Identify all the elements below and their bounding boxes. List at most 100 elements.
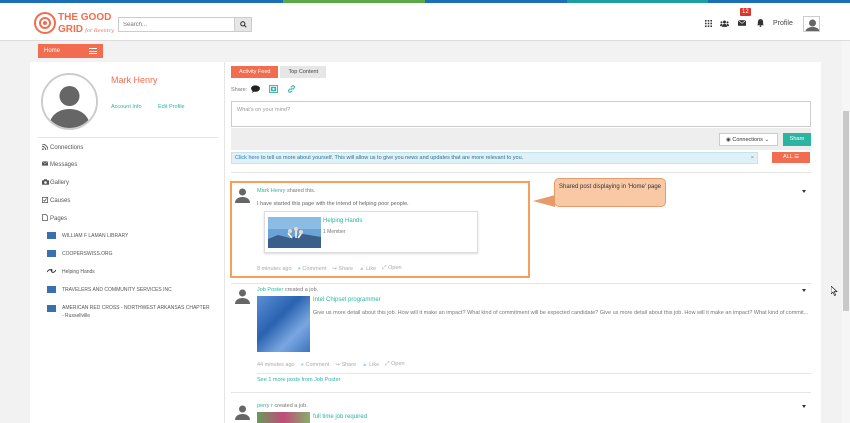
close-icon[interactable]: × <box>751 155 754 161</box>
connections-dropdown[interactable]: ◉ Connections ⌄ <box>719 133 778 146</box>
job-title-link[interactable]: full time job required <box>313 414 367 420</box>
rss-icon <box>41 143 49 152</box>
account-info-link[interactable]: Account Info <box>111 104 142 110</box>
share-row: Share: <box>231 85 296 95</box>
page-item-label: TRAVELERS AND COMMUNITY SERVICES INC <box>62 286 172 293</box>
sidebar-item-label: Messages <box>50 161 78 168</box>
post-author-link[interactable]: perry r <box>257 403 273 409</box>
link-icon[interactable] <box>287 85 296 95</box>
page-item-helping-hands[interactable]: Helping Hands <box>46 268 95 275</box>
profile-name[interactable]: Mark Henry <box>111 75 158 85</box>
svg-text:THE GOOD: THE GOOD <box>58 12 111 23</box>
camera-icon <box>42 179 49 187</box>
feed-divider <box>231 392 811 393</box>
profile-avatar[interactable] <box>41 73 98 130</box>
status-input[interactable]: What's on your mind? <box>231 101 811 127</box>
svg-text:for Reentry: for Reentry <box>84 28 114 34</box>
sidebar-item-label: Connections <box>50 145 84 151</box>
sidebar-item-label: Gallery <box>50 180 70 186</box>
post-actions: 44 minutes ago ● Comment ↪ Share ▲ Like … <box>257 361 405 368</box>
post-author-avatar[interactable] <box>234 287 251 304</box>
page-item-red-cross[interactable]: AMERICAN RED CROSS - NORTHWEST ARKANSAS … <box>47 304 212 320</box>
good-grid-logo[interactable]: THE GOOD GRID for Reentry <box>34 8 114 38</box>
sidebar-item-connections[interactable]: Connections <box>41 143 84 152</box>
share-arrow-icon: ↪ <box>335 361 340 368</box>
filter-label: ALL <box>782 154 793 160</box>
connections-icon[interactable] <box>718 17 730 29</box>
document-icon <box>42 214 49 223</box>
list-icon: ☰ <box>794 154 800 160</box>
helping-hands-logo-icon <box>46 268 57 275</box>
home-menu-button[interactable]: Home <box>38 44 103 58</box>
info-alert-text: to tell us more about yourself. This wil… <box>259 155 524 161</box>
open-label: Open <box>391 361 405 367</box>
profile-info-alert: Click here to tell us more about yoursel… <box>231 152 758 164</box>
share-button[interactable]: Share <box>783 133 811 146</box>
checkbox-icon <box>42 197 49 205</box>
see-more-posts-link[interactable]: See 1 more posts from Job Poster <box>257 377 340 383</box>
job-image[interactable] <box>257 296 310 352</box>
search-box <box>118 17 252 32</box>
profile-link[interactable]: Profile <box>773 20 793 27</box>
page-item-cooperswiss[interactable]: COOPERSWISS.ORG <box>47 250 113 257</box>
comment-label: Comment <box>305 361 330 368</box>
page-thumbnail <box>47 232 56 239</box>
sidebar-item-messages[interactable]: Messages <box>41 161 78 168</box>
feed-tabs: Activity Feed Top Content <box>231 66 327 78</box>
mouse-pointer-icon <box>831 286 838 296</box>
share-action[interactable]: ↪ Share <box>335 362 356 368</box>
post-verb: created a job. <box>272 403 308 409</box>
page-item-laman-library[interactable]: WILLIAM F LAMAN LIBRARY <box>47 232 128 239</box>
comment-icon: ● <box>300 361 304 368</box>
feed-divider <box>231 283 811 284</box>
job-image[interactable] <box>257 412 310 423</box>
search-icon <box>239 21 247 28</box>
photo-icon[interactable] <box>269 85 279 95</box>
like-label: Like <box>369 361 380 368</box>
messages-envelope-icon[interactable] <box>736 17 748 29</box>
post-verb: created a job. <box>283 287 319 293</box>
annotation-callout: Shared post displaying in 'Home' page <box>554 178 666 207</box>
sidebar-divider <box>38 137 218 138</box>
search-input[interactable] <box>119 18 236 31</box>
post-author-link[interactable]: Job Poster <box>257 287 283 293</box>
job-description: Give us more detail about this job. How … <box>313 310 809 316</box>
post-options-caret-icon[interactable] <box>802 289 806 292</box>
tab-top-content[interactable]: Top Content <box>280 66 327 78</box>
svg-text:GRID: GRID <box>58 24 83 35</box>
vertical-scrollbar[interactable] <box>842 41 850 423</box>
sidebar-item-causes[interactable]: Causes <box>42 197 70 205</box>
edit-profile-link[interactable]: Edit Profile <box>158 104 185 110</box>
page-item-travelers[interactable]: TRAVELERS AND COMMUNITY SERVICES INC <box>47 286 172 293</box>
post-options-caret-icon[interactable] <box>802 190 806 193</box>
tab-activity-feed[interactable]: Activity Feed <box>231 66 279 78</box>
like-action[interactable]: ▲ Like <box>362 362 379 368</box>
search-button[interactable] <box>234 18 251 31</box>
page-thumbnail <box>47 305 56 312</box>
notifications-bell-icon[interactable] <box>754 17 766 29</box>
apps-grid-icon[interactable] <box>702 17 714 29</box>
speech-bubble-icon[interactable] <box>251 85 261 95</box>
click-here-link[interactable]: Click here <box>235 155 259 161</box>
thumbs-up-icon: ▲ <box>362 361 368 368</box>
post-options-caret-icon[interactable] <box>802 405 806 408</box>
post-header: perry r created a job. <box>257 403 308 409</box>
sidebar-item-gallery[interactable]: Gallery <box>42 179 69 187</box>
page-item-label: Helping Hands <box>62 268 95 275</box>
envelope-icon <box>41 161 49 168</box>
globe-icon: ◉ <box>726 137 731 143</box>
post-author-avatar[interactable] <box>234 403 251 420</box>
home-label: Home <box>44 48 61 54</box>
share-label: Share <box>341 361 357 368</box>
chevron-down-icon: ⌄ <box>764 137 770 143</box>
expand-icon: ⤢ <box>385 361 390 367</box>
sidebar-item-label: Pages <box>50 215 68 222</box>
open-action[interactable]: ⤢ Open <box>385 361 404 368</box>
job-title-link[interactable]: Intel Chipset programmer <box>313 297 381 303</box>
sidebar-item-pages[interactable]: Pages <box>42 214 67 223</box>
user-avatar[interactable] <box>803 16 820 32</box>
comment-action[interactable]: ● Comment <box>301 362 330 368</box>
feed-filter-all-button[interactable]: ALL ☰ <box>772 152 810 163</box>
top-navbar: THE GOOD GRID for Reentry 12 Profile <box>0 3 850 41</box>
post-header: Job Poster created a job. <box>257 287 318 293</box>
